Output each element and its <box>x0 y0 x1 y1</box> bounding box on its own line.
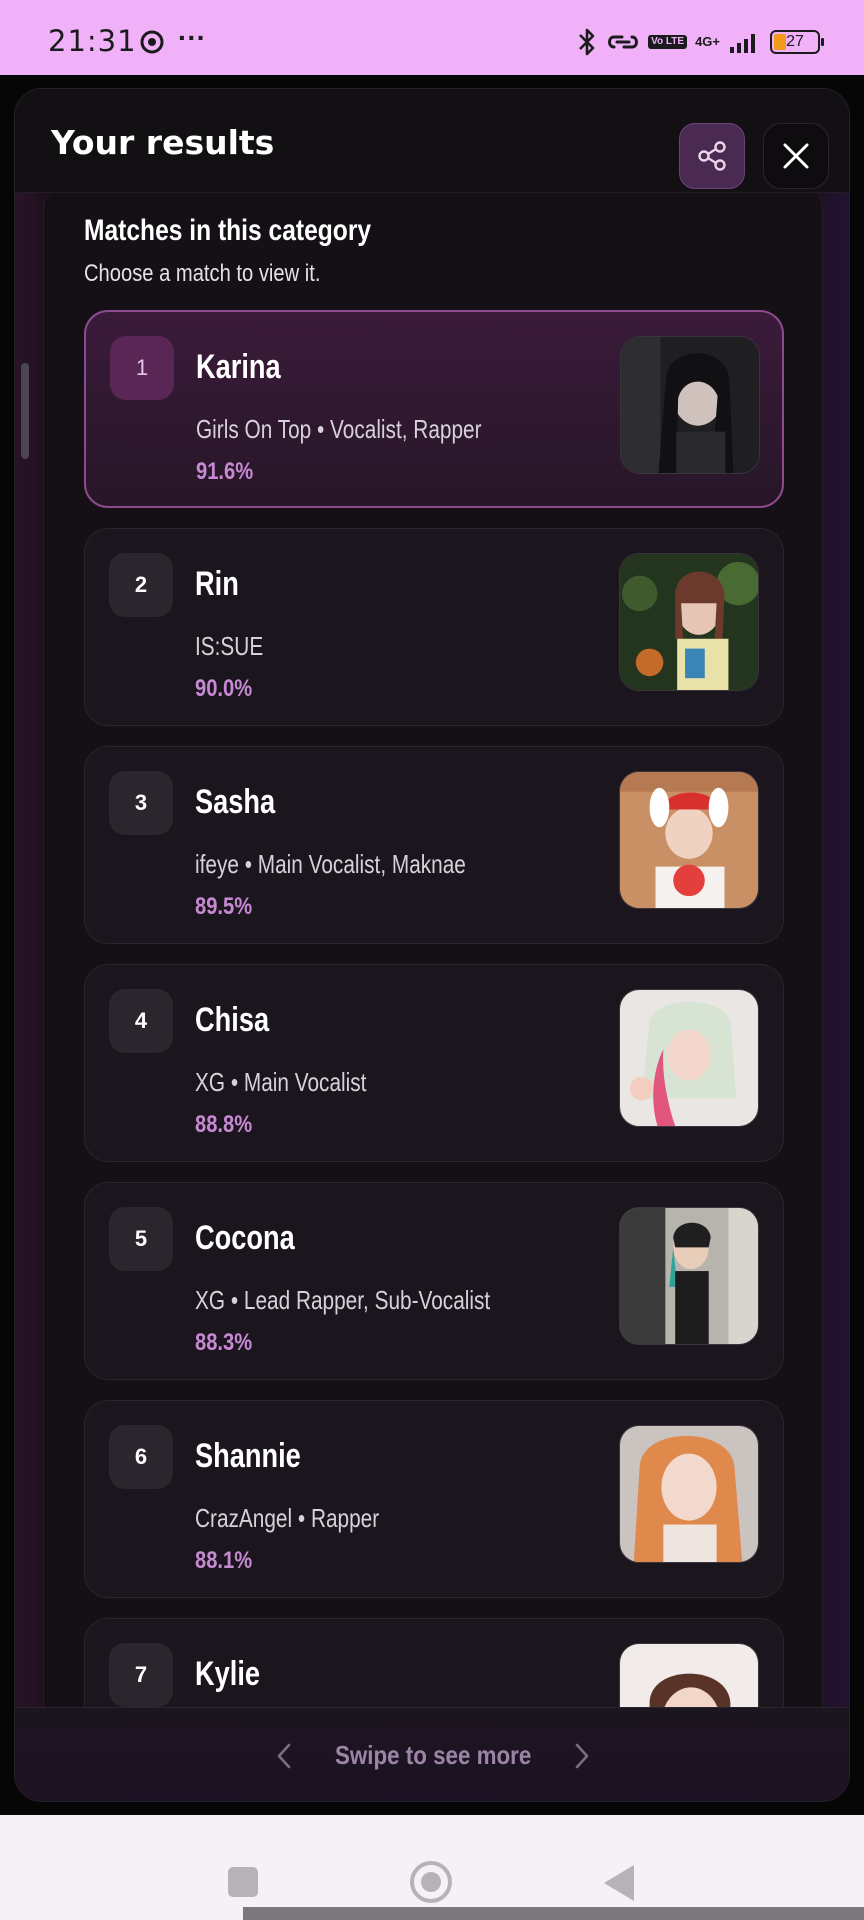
match-photo <box>619 553 759 691</box>
match-card-shannie[interactable]: 6 Shannie CrazAngel • Rapper 88.1% <box>84 1400 784 1598</box>
rank-badge: 1 <box>110 336 174 400</box>
match-score: 90.0% <box>195 675 253 702</box>
match-card-sasha[interactable]: 3 Sasha ifeye • Main Vocalist, Maknae 89… <box>84 746 784 944</box>
match-card-kylie[interactable]: 7 Kylie <box>84 1618 784 1707</box>
rank-badge: 3 <box>109 771 173 835</box>
match-name: Kylie <box>195 1655 261 1693</box>
share-button[interactable] <box>679 123 745 189</box>
match-card-cocona[interactable]: 5 Cocona XG • Lead Rapper, Sub-Vocalist … <box>84 1182 784 1380</box>
chevron-left-icon[interactable] <box>275 1742 293 1770</box>
match-score: 89.5% <box>195 893 253 920</box>
section-title: Matches in this category <box>84 214 372 247</box>
match-card-karina[interactable]: 1 Karina Girls On Top • Vocalist, Rapper… <box>84 310 784 508</box>
match-photo <box>619 1425 759 1563</box>
chevron-right-icon[interactable] <box>573 1742 591 1770</box>
volte-badge: Vo LTE <box>648 35 688 49</box>
match-group-role: Girls On Top • Vocalist, Rapper <box>196 414 482 444</box>
sheet-header: Your results <box>15 89 849 193</box>
match-score: 88.1% <box>195 1547 253 1574</box>
match-group-role: ifeye • Main Vocalist, Maknae <box>195 849 466 879</box>
swipe-hint-bar[interactable]: Swipe to see more <box>15 1707 849 1801</box>
battery-level: 27 <box>786 33 804 50</box>
signal-icon <box>730 34 755 53</box>
match-group-role: IS:SUE <box>195 631 264 661</box>
scrollbar-thumb[interactable] <box>21 363 29 459</box>
home-button[interactable] <box>410 1861 452 1903</box>
match-group-role: CrazAngel • Rapper <box>195 1503 380 1533</box>
back-button[interactable] <box>604 1865 634 1901</box>
match-name: Chisa <box>195 1001 270 1039</box>
swipe-hint-label: Swipe to see more <box>334 1740 532 1770</box>
match-name: Rin <box>195 565 239 603</box>
status-time: 21:31 <box>48 24 137 58</box>
results-sheet: Your results Matches in this category Ch… <box>14 88 850 1802</box>
match-name: Sasha <box>195 783 276 821</box>
match-score: 88.3% <box>195 1329 253 1356</box>
share-icon <box>698 141 726 171</box>
match-card-rin[interactable]: 2 Rin IS:SUE 90.0% <box>84 528 784 726</box>
rank-badge: 4 <box>109 989 173 1053</box>
rank-badge: 2 <box>109 553 173 617</box>
rank-badge: 7 <box>109 1643 173 1707</box>
match-group-role: XG • Main Vocalist <box>195 1067 367 1097</box>
hotspot-link-icon <box>608 35 639 49</box>
status-icons: Vo LTE 4G+ 27 <box>576 24 824 60</box>
match-score: 91.6% <box>196 458 254 485</box>
page-title: Your results <box>51 123 275 162</box>
match-score: 88.8% <box>195 1111 253 1138</box>
match-photo <box>619 989 759 1127</box>
system-nav-bar <box>0 1815 864 1920</box>
match-name: Karina <box>196 348 281 386</box>
recents-button[interactable] <box>228 1867 258 1897</box>
match-name: Cocona <box>195 1219 295 1257</box>
results-scroll-area[interactable]: Matches in this category Choose a match … <box>15 193 849 1707</box>
close-icon <box>783 143 809 169</box>
rank-badge: 5 <box>109 1207 173 1271</box>
more-notifications-icon: ··· <box>178 22 206 53</box>
match-photo <box>619 1643 759 1707</box>
battery-icon: 27 <box>770 30 824 54</box>
close-button[interactable] <box>763 123 829 189</box>
match-card-chisa[interactable]: 4 Chisa XG • Main Vocalist 88.8% <box>84 964 784 1162</box>
matches-panel: Matches in this category Choose a match … <box>43 193 823 1707</box>
match-name: Shannie <box>195 1437 301 1475</box>
match-photo <box>619 771 759 909</box>
match-group-role: XG • Lead Rapper, Sub-Vocalist <box>195 1285 491 1315</box>
status-bar: 21:31 ··· Vo LTE 4G+ 27 <box>0 0 864 75</box>
rank-badge: 6 <box>109 1425 173 1489</box>
chrome-icon <box>140 30 164 54</box>
bluetooth-icon <box>579 28 595 56</box>
network-type: 4G+ <box>695 34 720 49</box>
match-photo <box>619 1207 759 1345</box>
gesture-indicator <box>243 1907 864 1920</box>
match-photo <box>620 336 760 474</box>
section-subtitle: Choose a match to view it. <box>84 260 321 287</box>
